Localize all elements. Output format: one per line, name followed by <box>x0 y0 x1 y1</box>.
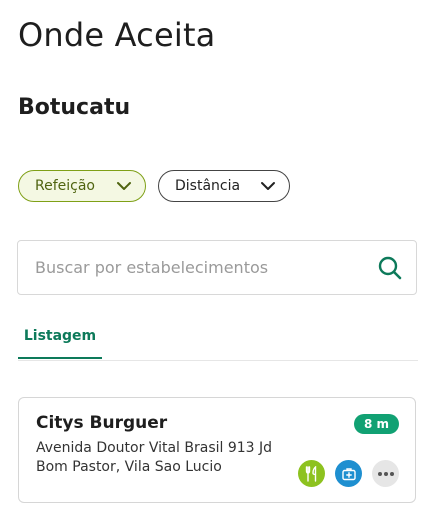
meal-filter-label: Refeição <box>35 178 95 194</box>
category-icons <box>298 460 399 487</box>
meal-filter-chip[interactable]: Refeição <box>18 170 146 202</box>
fork-knife-icon <box>298 460 325 487</box>
distance-filter-chip[interactable]: Distância <box>158 170 290 202</box>
page-title: Onde Aceita <box>18 16 216 54</box>
tab-bar: Listagem <box>18 318 418 361</box>
address-line-2: Bom Pastor, Vila Sao Lucio <box>36 459 222 475</box>
city-title: Botucatu <box>18 95 131 120</box>
tab-listagem[interactable]: Listagem <box>18 318 102 359</box>
address-line-1: Avenida Doutor Vital Brasil 913 Jd <box>36 440 273 456</box>
medical-kit-icon <box>335 460 362 487</box>
search-icon[interactable] <box>376 254 404 282</box>
distance-badge: 8 m <box>353 414 399 434</box>
chevron-down-icon <box>259 177 277 195</box>
establishment-name: Citys Burguer <box>36 413 168 433</box>
more-icon[interactable] <box>372 460 399 487</box>
listing-card[interactable]: Citys Burguer Avenida Doutor Vital Brasi… <box>18 397 416 503</box>
chevron-down-icon <box>115 177 133 195</box>
search-input[interactable] <box>33 257 376 278</box>
distance-filter-label: Distância <box>175 178 241 194</box>
app-screen: Onde Aceita Botucatu Refeição Distância … <box>0 0 435 512</box>
search-box <box>17 240 417 295</box>
